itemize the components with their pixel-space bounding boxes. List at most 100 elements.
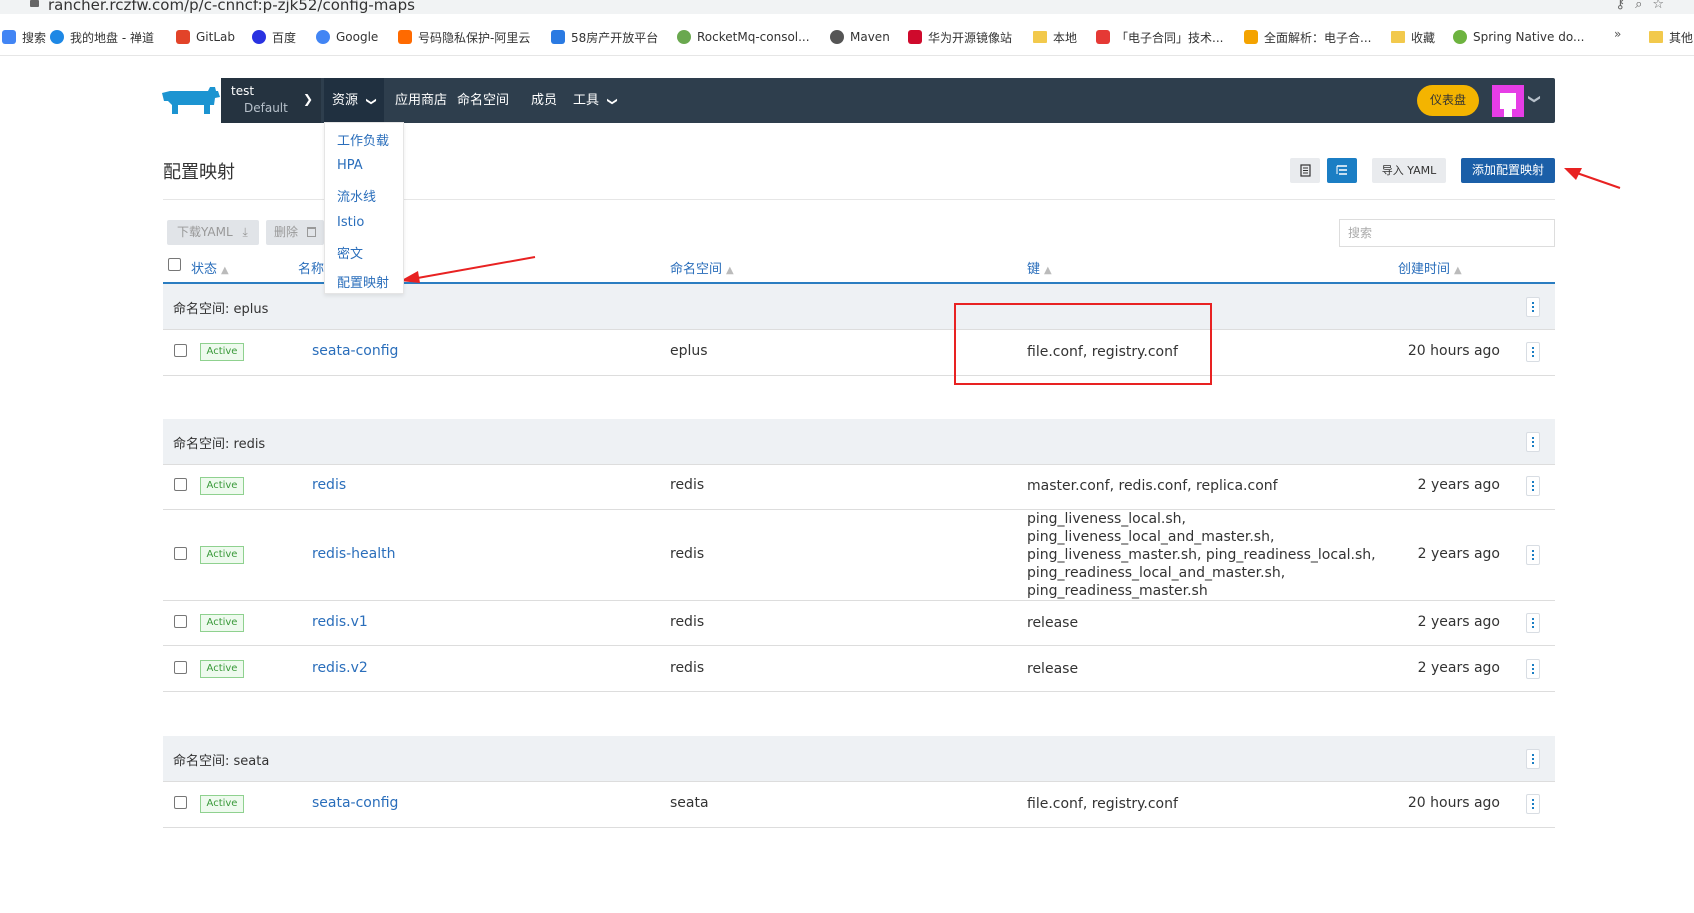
bookmark-item[interactable]: 搜索 <box>2 27 46 47</box>
bookmark-item[interactable]: 全面解析：电子合... <box>1244 27 1371 47</box>
download-yaml-button[interactable]: 下载YAML ⤓ <box>167 220 259 245</box>
bookmark-icon <box>1244 30 1258 44</box>
project-name: Default <box>244 101 288 115</box>
namespace-cell: seata <box>670 795 709 811</box>
row-checkbox[interactable] <box>174 344 187 357</box>
bookmark-icon <box>677 30 691 44</box>
chevron-down-icon: ❯ <box>606 97 618 106</box>
avatar[interactable] <box>1492 85 1524 117</box>
url-text[interactable]: rancher.rczfw.com/p/c-cnncf:p-zjk52/conf… <box>48 0 415 14</box>
trash-icon <box>306 227 316 237</box>
more-actions-icon[interactable] <box>1526 613 1540 633</box>
key-icon[interactable]: ⚷ <box>1616 0 1636 12</box>
bookmark-item[interactable]: Google <box>316 27 378 47</box>
column-header-status[interactable]: 状态 ▲︎ <box>191 258 229 277</box>
bookmark-item[interactable]: 「电子合同」技术... <box>1096 27 1223 47</box>
search-input[interactable] <box>1339 219 1555 247</box>
grouped-list-view-button[interactable] <box>1327 158 1357 183</box>
folder-icon <box>1033 31 1047 43</box>
column-header-namespace[interactable]: 命名空间 ▲︎ <box>670 258 734 277</box>
bookmark-item[interactable]: 其他 <box>1649 27 1693 47</box>
config-map-name-link[interactable]: redis-health <box>312 546 396 562</box>
rancher-logo[interactable] <box>160 78 221 123</box>
star-icon[interactable]: ☆ <box>1652 0 1674 12</box>
more-actions-icon[interactable] <box>1526 545 1540 565</box>
top-navigation-bar: test Default ❯ 资源 ❯ 应用商店 命名空间 成员 工具 ❯ 仪表… <box>221 78 1555 123</box>
bookmark-item[interactable]: Maven <box>830 27 890 47</box>
address-bar[interactable]: rancher.rczfw.com/p/c-cnncf:p-zjk52/conf… <box>0 0 1694 14</box>
row-divider <box>163 691 1555 692</box>
status-badge: Active <box>200 546 244 564</box>
delete-button[interactable]: 删除 <box>266 220 324 245</box>
config-map-name-link[interactable]: redis.v1 <box>312 614 368 630</box>
row-divider <box>163 827 1555 828</box>
config-map-name-link[interactable]: redis.v2 <box>312 660 368 676</box>
document-icon <box>1300 164 1311 177</box>
download-icon: ⤓ <box>242 225 248 239</box>
bookmark-item[interactable]: 号码隐私保护-阿里云 <box>398 27 530 47</box>
keys-cell: release <box>1027 661 1079 677</box>
row-checkbox[interactable] <box>174 661 187 674</box>
bookmark-icon <box>50 30 64 44</box>
list-tree-icon <box>1336 165 1347 175</box>
config-map-name-link[interactable]: seata-config <box>312 343 398 359</box>
bookmark-item[interactable]: Spring Native do... <box>1453 27 1584 47</box>
bookmarks-overflow-button[interactable]: » <box>1614 27 1621 41</box>
bookmark-item[interactable]: GitLab <box>176 27 235 47</box>
zoom-icon[interactable]: ⌕ <box>1635 0 1652 12</box>
more-actions-icon[interactable] <box>1526 749 1540 769</box>
group-label: 命名空间: redis <box>173 437 266 452</box>
group-label: 命名空间: eplus <box>173 302 269 317</box>
bookmark-item[interactable]: RocketMq-consol... <box>677 27 810 47</box>
cluster-name: test <box>231 84 255 98</box>
more-actions-icon[interactable] <box>1526 476 1540 496</box>
dashboard-button[interactable]: 仪表盘 <box>1417 85 1479 116</box>
sort-icon: ▲︎ <box>1454 265 1462 276</box>
config-map-name-link[interactable]: redis <box>312 477 346 493</box>
bookmark-item[interactable]: 本地 <box>1033 27 1077 47</box>
row-checkbox[interactable] <box>174 547 187 560</box>
cow-logo-icon <box>162 87 220 114</box>
menu-item-config-maps[interactable]: 配置映射 <box>337 272 389 291</box>
column-header-keys[interactable]: 键 ▲︎ <box>1027 258 1052 277</box>
more-actions-icon[interactable] <box>1526 659 1540 679</box>
bookmark-item[interactable]: 华为开源镜像站 <box>908 27 1012 47</box>
select-all-checkbox[interactable] <box>168 258 181 271</box>
bookmark-icon <box>908 30 922 44</box>
row-checkbox[interactable] <box>174 478 187 491</box>
nav-app-catalog[interactable]: 应用商店 <box>395 78 447 123</box>
bookmark-item[interactable]: 百度 <box>252 27 296 47</box>
chevron-down-icon[interactable]: ❯ <box>1528 94 1542 104</box>
column-header-created[interactable]: 创建时间 ▲︎ <box>1398 258 1462 277</box>
more-actions-icon[interactable] <box>1526 342 1540 362</box>
nav-namespaces[interactable]: 命名空间 <box>457 78 509 123</box>
nav-members[interactable]: 成员 <box>531 78 557 123</box>
column-header-name[interactable]: 名称 <box>298 258 324 277</box>
nav-resources[interactable]: 资源 ❯ <box>324 78 384 123</box>
status-badge: Active <box>200 795 244 813</box>
nav-tools[interactable]: 工具 ❯ <box>573 78 618 123</box>
more-actions-icon[interactable] <box>1526 297 1540 317</box>
row-checkbox[interactable] <box>174 615 187 628</box>
menu-item-hpa[interactable]: HPA <box>337 158 363 173</box>
bookmark-item[interactable]: 收藏 <box>1391 27 1435 47</box>
config-map-name-link[interactable]: seata-config <box>312 795 398 811</box>
bookmark-item[interactable]: 我的地盘 - 禅道 <box>50 27 154 47</box>
highlight-box-annotation <box>954 303 1212 385</box>
add-config-map-button[interactable]: 添加配置映射 <box>1461 158 1555 183</box>
status-badge: Active <box>200 660 244 678</box>
file-view-button[interactable] <box>1290 158 1320 183</box>
menu-item-workloads[interactable]: 工作负载 <box>337 130 389 149</box>
group-label: 命名空间: seata <box>173 754 270 769</box>
menu-item-secrets[interactable]: 密文 <box>337 243 363 262</box>
menu-item-pipeline[interactable]: 流水线 <box>337 186 376 205</box>
more-actions-icon[interactable] <box>1526 794 1540 814</box>
more-actions-icon[interactable] <box>1526 432 1540 452</box>
namespace-cell: redis <box>670 660 705 676</box>
menu-item-istio[interactable]: Istio <box>337 215 364 230</box>
bookmark-item[interactable]: 58房产开放平台 <box>551 27 658 47</box>
import-yaml-button[interactable]: 导入 YAML <box>1372 158 1446 183</box>
row-checkbox[interactable] <box>174 796 187 809</box>
status-badge: Active <box>200 343 244 361</box>
cluster-project-switcher[interactable]: test Default ❯ <box>221 78 321 123</box>
